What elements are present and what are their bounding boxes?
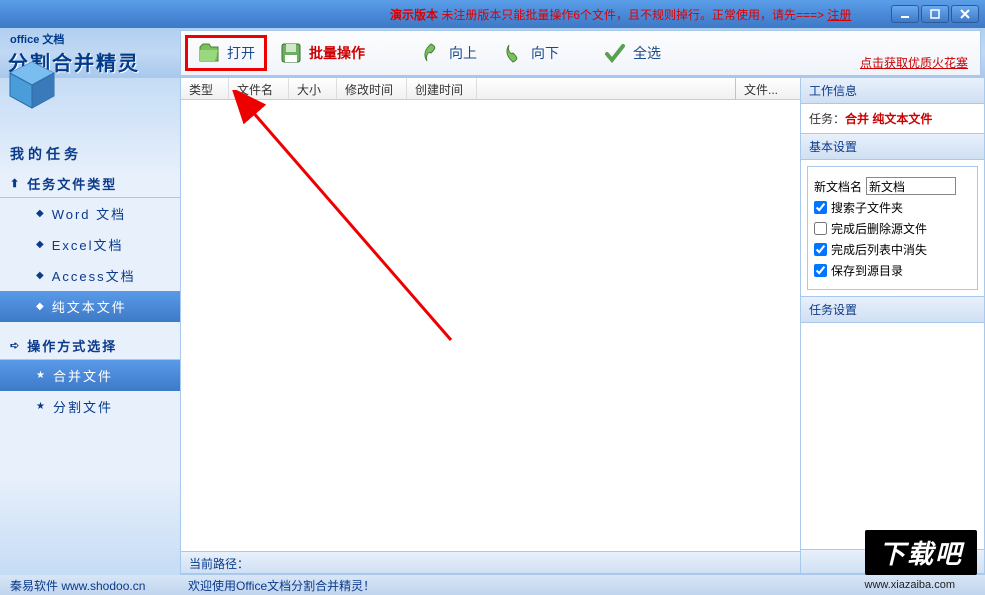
- annotation-arrow-icon: [231, 90, 491, 350]
- arrow-up-icon: [419, 41, 443, 65]
- window-controls: [891, 5, 979, 23]
- sidebar-item-text[interactable]: ◆纯文本文件: [0, 291, 180, 322]
- column-headers-left: 类型 文件名 大小 修改时间 创建时间: [181, 78, 735, 100]
- search-subfolders-checkbox[interactable]: [814, 201, 827, 214]
- select-all-label: 全选: [633, 43, 661, 63]
- maximize-button[interactable]: [921, 5, 949, 23]
- select-all-button[interactable]: 全选: [591, 35, 673, 71]
- sidebar-item-split[interactable]: ★分割文件: [0, 391, 180, 422]
- save-to-source-label: 保存到源目录: [831, 262, 903, 279]
- basic-settings-header: 基本设置: [801, 133, 984, 160]
- batch-label: 批量操作: [309, 43, 365, 63]
- company-label: 秦易软件 www.shodoo.cn: [10, 577, 145, 594]
- sidebar-item-word[interactable]: ◆Word 文档: [0, 198, 180, 229]
- arrow-down-icon: [501, 41, 525, 65]
- title-bar: 演示版本 未注册版本只能批量操作6个文件，且不规则掉行。正常使用，请先===> …: [0, 0, 985, 28]
- up-label: 向上: [449, 43, 477, 63]
- down-label: 向下: [531, 43, 559, 63]
- main-toolbar: 打开 批量操作 向上 向下 全选 点击获取优质火花: [180, 30, 981, 76]
- col-filename[interactable]: 文件名: [229, 78, 289, 99]
- operation-group-header[interactable]: ➪ 操作方式选择: [0, 332, 180, 360]
- search-subfolders-label: 搜索子文件夹: [831, 199, 903, 216]
- file-list-pane: 类型 文件名 大小 修改时间 创建时间 文件...: [180, 78, 801, 574]
- column-headers-right: 文件...: [735, 78, 800, 100]
- trial-warning: 演示版本 未注册版本只能批量操作6个文件，且不规则掉行。正常使用，请先===> …: [390, 6, 851, 23]
- logo-subtitle: office 文档: [10, 31, 180, 47]
- open-button[interactable]: 打开: [185, 35, 267, 71]
- disk-icon: [279, 41, 303, 65]
- close-button[interactable]: [951, 5, 979, 23]
- batch-button[interactable]: 批量操作: [267, 35, 377, 71]
- new-doc-input[interactable]: [866, 177, 956, 195]
- sidebar-item-access[interactable]: ◆Access文档: [0, 260, 180, 291]
- open-label: 打开: [227, 43, 255, 63]
- status-bar: 秦易软件 www.shodoo.cn 欢迎使用Office文档分割合并精灵！: [0, 575, 985, 595]
- watermark-logo: 下载吧: [865, 530, 977, 575]
- work-info-header: 工作信息: [801, 78, 984, 104]
- col-file[interactable]: 文件...: [736, 78, 786, 99]
- check-icon: [603, 41, 627, 65]
- current-path-bar: 当前路径：: [181, 551, 800, 573]
- remove-from-list-label: 完成后列表中消失: [831, 241, 927, 258]
- col-size[interactable]: 大小: [289, 78, 337, 99]
- folder-open-icon: [197, 41, 221, 65]
- move-down-button[interactable]: 向下: [489, 35, 571, 71]
- sidebar-item-excel[interactable]: ◆Excel文档: [0, 229, 180, 260]
- move-up-button[interactable]: 向上: [407, 35, 489, 71]
- remove-from-list-checkbox[interactable]: [814, 243, 827, 256]
- col-type[interactable]: 类型: [181, 78, 229, 99]
- delete-source-label: 完成后删除源文件: [831, 220, 927, 237]
- delete-source-checkbox[interactable]: [814, 222, 827, 235]
- status-text: 欢迎使用Office文档分割合并精灵！: [188, 577, 375, 594]
- app-header: office 文档 分割合并精灵 打开 批量操作: [0, 28, 985, 78]
- logo-area: office 文档 分割合并精灵: [0, 28, 180, 78]
- col-mtime[interactable]: 修改时间: [337, 78, 407, 99]
- settings-box: 新文档名 搜索子文件夹 完成后删除源文件 完成后列表中消失: [807, 166, 978, 290]
- main-area: 我的任务 ⬆ 任务文件类型 ◆Word 文档 ◆Excel文档 ◆Access文…: [0, 78, 985, 575]
- task-row: 任务：合并 纯文本文件: [801, 104, 984, 133]
- promo-link[interactable]: 点击获取优质火花塞: [860, 54, 968, 71]
- sidebar: 我的任务 ⬆ 任务文件类型 ◆Word 文档 ◆Excel文档 ◆Access文…: [0, 78, 180, 575]
- cube-icon: [4, 58, 60, 114]
- file-list-body[interactable]: [181, 100, 800, 551]
- register-link[interactable]: 注册: [827, 8, 851, 22]
- col-ctime[interactable]: 创建时间: [407, 78, 477, 99]
- watermark-url: www.xiazaiba.com: [865, 579, 955, 591]
- content-area: 类型 文件名 大小 修改时间 创建时间 文件...: [180, 78, 985, 575]
- expand-icon: ⬆: [10, 177, 21, 190]
- right-panel: 工作信息 任务：合并 纯文本文件 基本设置 新文档名 搜索子文件夹: [801, 78, 985, 574]
- my-tasks-title: 我的任务: [0, 138, 180, 170]
- new-doc-label: 新文档名: [814, 178, 862, 195]
- save-to-source-checkbox[interactable]: [814, 264, 827, 277]
- file-type-group-header[interactable]: ⬆ 任务文件类型: [0, 170, 180, 198]
- expand-icon: ➪: [10, 339, 21, 352]
- sidebar-item-merge[interactable]: ★合并文件: [0, 360, 180, 391]
- task-settings-header: 任务设置: [801, 296, 984, 323]
- minimize-button[interactable]: [891, 5, 919, 23]
